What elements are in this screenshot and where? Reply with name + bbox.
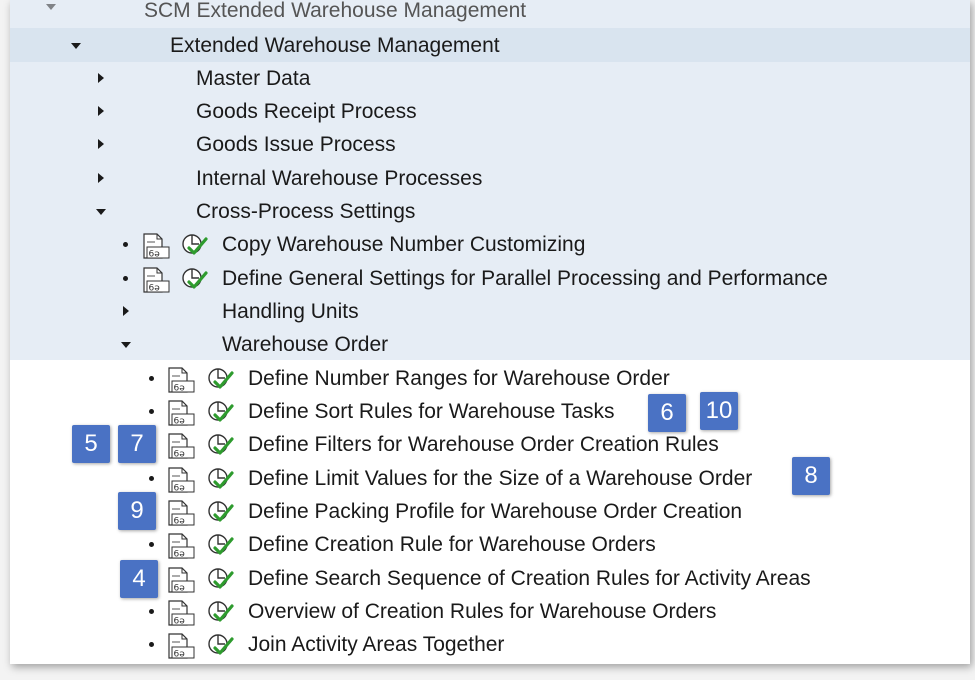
tree-node-cross-process[interactable]: Cross-Process Settings — [10, 195, 970, 228]
bullet-icon — [123, 242, 128, 247]
bullet-icon — [149, 376, 154, 381]
callout-badge-5: 5 — [72, 425, 110, 463]
bullet-icon — [149, 609, 154, 614]
callout-badge-4: 4 — [120, 560, 158, 598]
collapse-arrow-icon[interactable] — [121, 342, 131, 348]
activity-label: Define Limit Values for the Size of a Wa… — [248, 467, 753, 490]
activity-label: Define Sort Rules for Warehouse Tasks — [248, 400, 615, 423]
tree-node-warehouse-order[interactable]: Warehouse Order — [10, 328, 970, 361]
activity-copy-warehouse-number[interactable]: Copy Warehouse Number Customizing — [10, 228, 970, 261]
documentation-icon[interactable] — [167, 400, 195, 426]
node-label: Warehouse Order — [222, 333, 389, 356]
node-label: Master Data — [196, 67, 311, 90]
activity-label: Overview of Creation Rules for Warehouse… — [248, 600, 717, 623]
activity-label: Copy Warehouse Number Customizing — [222, 233, 586, 256]
documentation-icon[interactable] — [167, 500, 195, 526]
callout-badge-8: 8 — [792, 457, 830, 495]
expand-arrow-icon[interactable] — [98, 139, 104, 149]
node-label: Internal Warehouse Processes — [196, 167, 483, 190]
node-label: Goods Receipt Process — [196, 100, 417, 123]
activity-number-ranges[interactable]: Define Number Ranges for Warehouse Order — [10, 362, 970, 395]
execute-activity-icon[interactable] — [206, 398, 234, 426]
execute-activity-icon[interactable] — [206, 565, 234, 593]
callout-badge-9: 9 — [118, 492, 156, 530]
activity-join-activity-areas[interactable]: Join Activity Areas Together — [10, 628, 970, 661]
node-label: Goods Issue Process — [196, 133, 396, 156]
execute-activity-icon[interactable] — [206, 465, 234, 493]
documentation-icon[interactable] — [167, 633, 195, 659]
expand-arrow-icon[interactable] — [98, 173, 104, 183]
bullet-icon — [149, 476, 154, 481]
documentation-icon[interactable] — [167, 533, 195, 559]
expand-arrow-icon[interactable] — [123, 306, 129, 316]
documentation-icon[interactable] — [167, 600, 195, 626]
execute-activity-icon[interactable] — [180, 231, 208, 259]
activity-label: Define General Settings for Parallel Pro… — [222, 267, 828, 290]
documentation-icon[interactable] — [167, 567, 195, 593]
node-label: Handling Units — [222, 300, 359, 323]
execute-activity-icon[interactable] — [206, 365, 234, 393]
tree-node-ewm[interactable]: Extended Warehouse Management — [10, 29, 970, 62]
expand-arrow-icon[interactable] — [98, 106, 104, 116]
activity-label: Define Search Sequence of Creation Rules… — [248, 567, 811, 590]
documentation-icon[interactable] — [142, 267, 170, 293]
documentation-icon[interactable] — [167, 467, 195, 493]
activity-overview-creation-rules[interactable]: Overview of Creation Rules for Warehouse… — [10, 595, 970, 628]
node-label: Cross-Process Settings — [196, 200, 416, 223]
collapse-arrow-icon[interactable] — [71, 43, 81, 49]
node-label: SCM Extended Warehouse Management — [144, 0, 527, 22]
execute-activity-icon[interactable] — [206, 431, 234, 459]
activity-label: Join Activity Areas Together — [248, 633, 505, 656]
bullet-icon — [149, 542, 154, 547]
activity-label: Define Packing Profile for Warehouse Ord… — [248, 500, 743, 523]
documentation-icon[interactable] — [167, 367, 195, 393]
tree-node-master-data[interactable]: Master Data — [10, 62, 970, 95]
tree-node-goods-issue[interactable]: Goods Issue Process — [10, 128, 970, 161]
activity-sort-rules[interactable]: Define Sort Rules for Warehouse Tasks — [10, 395, 970, 428]
activity-general-settings-parallel[interactable]: Define General Settings for Parallel Pro… — [10, 262, 970, 295]
tree-node-scm-ewm[interactable]: SCM Extended Warehouse Management — [10, 0, 970, 27]
tree-node-goods-receipt[interactable]: Goods Receipt Process — [10, 95, 970, 128]
collapse-arrow-icon[interactable] — [96, 209, 106, 215]
callout-badge-6: 6 — [648, 394, 686, 432]
tree-node-handling-units[interactable]: Handling Units — [10, 295, 970, 328]
execute-activity-icon[interactable] — [206, 631, 234, 659]
documentation-icon[interactable] — [142, 233, 170, 259]
bullet-icon — [149, 409, 154, 414]
bullet-icon — [123, 276, 128, 281]
execute-activity-icon[interactable] — [180, 265, 208, 293]
activity-creation-rule[interactable]: Define Creation Rule for Warehouse Order… — [10, 528, 970, 561]
callout-badge-7: 7 — [118, 425, 156, 463]
execute-activity-icon[interactable] — [206, 598, 234, 626]
expand-arrow-icon[interactable] — [98, 73, 104, 83]
execute-activity-icon[interactable] — [206, 531, 234, 559]
activity-label: Define Creation Rule for Warehouse Order… — [248, 533, 656, 556]
bullet-icon — [149, 642, 154, 647]
tree-node-internal-processes[interactable]: Internal Warehouse Processes — [10, 162, 970, 195]
expand-arrow-icon[interactable] — [46, 4, 56, 10]
execute-activity-icon[interactable] — [206, 498, 234, 526]
callout-badge-10: 10 — [700, 392, 738, 430]
activity-label: Define Filters for Warehouse Order Creat… — [248, 433, 719, 456]
node-label: Extended Warehouse Management — [170, 34, 500, 57]
documentation-icon[interactable] — [167, 433, 195, 459]
activity-label: Define Number Ranges for Warehouse Order — [248, 367, 670, 390]
